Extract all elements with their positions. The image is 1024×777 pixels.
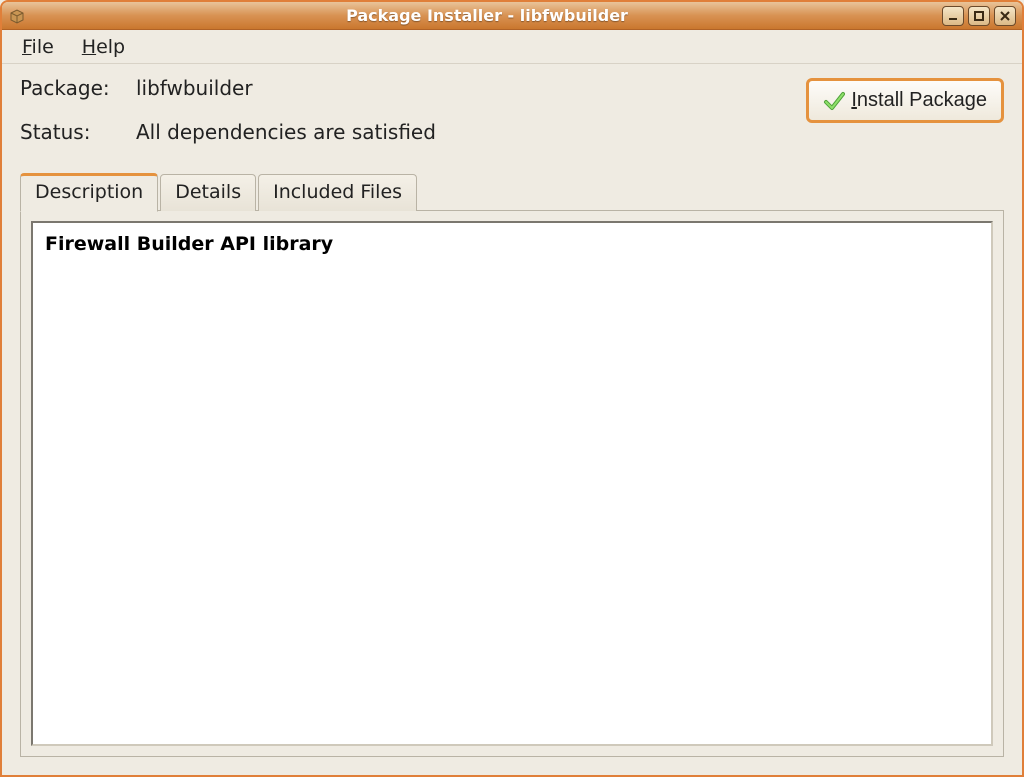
install-package-button[interactable]: Install Package <box>806 78 1004 123</box>
close-button[interactable] <box>994 6 1016 26</box>
tab-panel-description: Firewall Builder API library <box>20 210 1004 757</box>
menu-help-rest: elp <box>96 36 125 58</box>
tabs: Description Details Included Files Firew… <box>20 172 1004 757</box>
titlebar[interactable]: Package Installer - libfwbuilder <box>2 2 1022 30</box>
window-title: Package Installer - libfwbuilder <box>32 6 942 25</box>
tab-strip: Description Details Included Files <box>20 172 1004 210</box>
window-root: Package Installer - libfwbuilder File He… <box>0 0 1024 777</box>
window-controls <box>942 6 1016 26</box>
menu-help[interactable]: Help <box>76 34 131 60</box>
info-row: Package: libfwbuilder Status: All depend… <box>20 76 1004 144</box>
description-heading: Firewall Builder API library <box>45 233 333 255</box>
package-info: Package: libfwbuilder Status: All depend… <box>20 76 806 144</box>
check-icon <box>823 90 845 112</box>
minimize-button[interactable] <box>942 6 964 26</box>
install-label: Install Package <box>851 89 987 112</box>
description-text[interactable]: Firewall Builder API library <box>31 221 993 746</box>
tab-included-files[interactable]: Included Files <box>258 174 417 211</box>
menu-file[interactable]: File <box>16 34 60 60</box>
tab-description[interactable]: Description <box>20 173 158 212</box>
package-label: Package: <box>20 76 130 100</box>
package-icon <box>8 7 26 25</box>
status-value: All dependencies are satisfied <box>136 120 806 144</box>
maximize-button[interactable] <box>968 6 990 26</box>
status-label: Status: <box>20 120 130 144</box>
menu-file-rest: ile <box>32 36 54 58</box>
package-value: libfwbuilder <box>136 76 806 100</box>
menubar: File Help <box>2 30 1022 64</box>
content-area: Package: libfwbuilder Status: All depend… <box>2 64 1022 775</box>
tab-details[interactable]: Details <box>160 174 256 211</box>
